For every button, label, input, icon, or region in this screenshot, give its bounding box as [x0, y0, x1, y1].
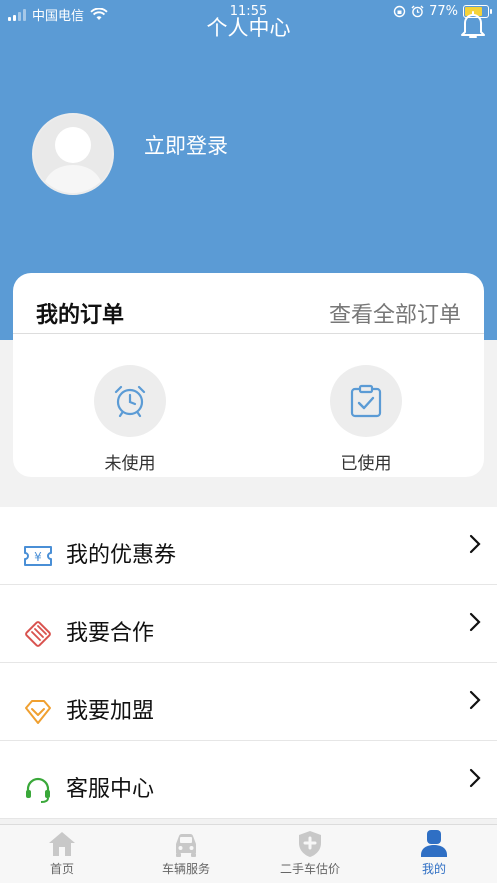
- user-icon: [421, 830, 447, 857]
- orders-title: 我的订单: [36, 303, 125, 328]
- menu-item-cooperate[interactable]: 我要合作: [0, 585, 497, 663]
- chevron-right-icon: [469, 612, 481, 632]
- tab-vehicle-service[interactable]: 车辆服务: [124, 825, 248, 883]
- default-avatar-icon: [34, 115, 112, 193]
- tab-label: 二手车估价: [279, 862, 340, 876]
- svg-text:¥: ¥: [34, 550, 42, 564]
- page-title: 个人中心: [206, 16, 291, 40]
- menu-item-franchise[interactable]: 我要加盟: [0, 663, 497, 741]
- handshake-icon: [25, 621, 51, 647]
- menu-item-label: 我的优惠券: [66, 543, 177, 568]
- order-used-icon-bg: [330, 365, 402, 437]
- menu-item-label: 我要合作: [66, 621, 155, 646]
- view-all-orders-link[interactable]: 查看全部订单: [329, 297, 461, 329]
- tab-label: 首页: [49, 862, 74, 876]
- chevron-right-icon: [469, 690, 481, 710]
- tab-label: 我的: [421, 862, 446, 876]
- orders-card: 我的订单 查看全部订单 未使用 已使用: [13, 273, 484, 477]
- tab-used-car-valuation[interactable]: 二手车估价: [248, 825, 372, 883]
- menu-list: ¥ 我的优惠券 我要合作 我要加盟 客服中心: [0, 507, 497, 819]
- menu-item-coupons[interactable]: ¥ 我的优惠券: [0, 507, 497, 585]
- order-used-label: 已使用: [340, 454, 392, 474]
- chevron-right-icon: [469, 768, 481, 788]
- tab-label: 车辆服务: [161, 862, 210, 876]
- alarm-clock-icon: [114, 385, 146, 418]
- home-icon: [49, 832, 75, 856]
- order-used[interactable]: 已使用: [306, 365, 426, 474]
- chevron-right-icon: [469, 534, 481, 554]
- menu-item-label: 我要加盟: [66, 699, 155, 724]
- order-unused-label: 未使用: [104, 454, 156, 474]
- avatar[interactable]: [32, 113, 114, 195]
- headset-icon: [26, 777, 50, 803]
- bell-icon[interactable]: [459, 10, 487, 40]
- login-link[interactable]: 立即登录: [144, 130, 228, 160]
- tab-home[interactable]: 首页: [0, 825, 124, 883]
- menu-item-label: 客服中心: [66, 777, 155, 802]
- tab-mine[interactable]: 我的: [372, 825, 496, 883]
- menu-item-customer-service[interactable]: 客服中心: [0, 741, 497, 819]
- tab-bar: 首页 车辆服务 二手车估价 我的: [0, 824, 497, 883]
- divider: [13, 333, 484, 334]
- coupon-icon: ¥: [24, 546, 52, 566]
- order-unused-icon-bg: [94, 365, 166, 437]
- shield-plus-icon: [299, 831, 321, 857]
- order-unused[interactable]: 未使用: [70, 365, 190, 474]
- clipboard-check-icon: [350, 384, 382, 418]
- car-icon: [176, 833, 196, 857]
- diamond-icon: [25, 700, 51, 724]
